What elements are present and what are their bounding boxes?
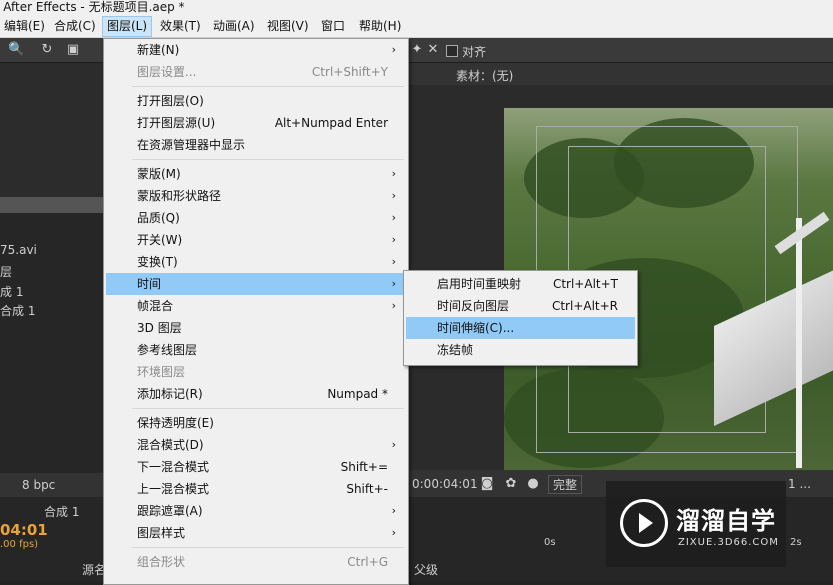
windmill-pole (796, 218, 802, 468)
fps-display: .00 fps) (0, 539, 39, 550)
project-panel-top (0, 63, 103, 197)
zoom-tool-icon[interactable]: 🔍 (8, 43, 24, 57)
menu-composition[interactable]: 合成(C) (50, 16, 100, 37)
submenu-item-freeze-frame[interactable]: 冻结帧 (406, 339, 635, 361)
menu-separator (132, 86, 404, 87)
watermark-logo: 溜溜自学 ZIXUE.3D66.COM (606, 481, 786, 567)
menu-item-guide-layer[interactable]: 参考线图层 (106, 339, 406, 361)
align-checkbox[interactable] (446, 45, 458, 57)
window-title-bar: e After Effects - 无标题项目.aep * (0, 0, 833, 16)
menu-item-switches[interactable]: 开关(W) › (106, 229, 406, 251)
menu-item-add-marker[interactable]: 添加标记(R) Numpad * (106, 383, 406, 405)
menu-item-environment-layer[interactable]: 环境图层 (106, 361, 406, 383)
submenu-item-enable-time-remapping[interactable]: 启用时间重映射 Ctrl+Alt+T (406, 273, 635, 295)
menu-item-layer-settings[interactable]: 图层设置... Ctrl+Shift+Y (106, 61, 406, 83)
submenu-item-time-reverse-layer[interactable]: 时间反向图层 Ctrl+Alt+R (406, 295, 635, 317)
menu-item-blending-mode[interactable]: 混合模式(D) › (106, 434, 406, 456)
align-label: 对齐 (462, 45, 487, 59)
bpc-label[interactable]: 8 bpc (22, 478, 55, 492)
project-panel-scrollbar[interactable] (0, 197, 103, 213)
project-row-3[interactable]: 合成 1 (0, 302, 35, 319)
menu-item-preserve-transparency[interactable]: 保持透明度(E) (106, 412, 406, 434)
menu-effect[interactable]: 效果(T) (156, 16, 205, 37)
time-ruler-2s: 2s (790, 537, 802, 548)
menu-window[interactable]: 窗口 (317, 16, 349, 37)
menu-item-quality[interactable]: 品质(Q) › (106, 207, 406, 229)
menu-help[interactable]: 帮助(H) (355, 16, 405, 37)
project-list: 75.avi 层 成 1 合成 1 (0, 213, 103, 473)
play-icon (639, 513, 653, 533)
timecode-display[interactable]: 04:01 (0, 521, 48, 539)
show-snapshot-icon[interactable]: ✿ (504, 477, 518, 491)
parent-column: 父级 (414, 563, 439, 577)
window-title: e After Effects - 无标题项目.aep * (0, 0, 185, 14)
viewer-tab-bar: 素材：(无) (408, 63, 833, 85)
camera-tool-icon[interactable]: ▣ (66, 43, 80, 57)
project-footer: 8 bpc (0, 473, 103, 497)
menu-item-time[interactable]: 时间 › (106, 273, 406, 295)
pin-tool-icon[interactable]: ✕ (426, 43, 440, 57)
project-row-1[interactable]: 层 (0, 263, 12, 280)
menu-separator (132, 408, 404, 409)
menu-item-new[interactable]: 新建(N) › (106, 39, 406, 61)
snapshot-icon[interactable]: ◙ (480, 477, 494, 491)
comp-tab[interactable]: 合成 1 (44, 503, 79, 520)
menu-item-reveal-in-explorer[interactable]: 在资源管理器中显示 (106, 134, 406, 156)
menu-separator (132, 547, 404, 548)
menu-item-next-blending-mode[interactable]: 下一混合模式 Shift+= (106, 456, 406, 478)
menu-animation[interactable]: 动画(A) (209, 16, 259, 37)
menu-item-open-layer-source[interactable]: 打开图层源(U) Alt+Numpad Enter (106, 112, 406, 134)
layer-dropdown-menu: 新建(N) › 图层设置... Ctrl+Shift+Y 打开图层(O) 打开图层源… (103, 38, 409, 585)
menu-item-track-matte[interactable]: 跟踪遮罩(A) › (106, 500, 406, 522)
watermark-brand: 溜溜自学 (676, 507, 776, 535)
color-channel-icon[interactable]: ● (526, 477, 540, 491)
timeline-left: 合成 1 04:01 .00 fps) 源名 (0, 497, 106, 581)
menu-item-layer-styles[interactable]: 图层样式 › (106, 522, 406, 544)
menu-item-mask-shape-path[interactable]: 蒙版和形状路径 › (106, 185, 406, 207)
menu-item-frame-blending[interactable]: 帧混合 › (106, 295, 406, 317)
project-file-item[interactable]: 75.avi (0, 243, 37, 257)
rotate-tool-icon[interactable]: ↻ (40, 43, 54, 57)
menu-bar: 编辑(E) 合成(C) 图层(L) 效果(T) 动画(A) 视图(V) 窗口 帮… (0, 16, 833, 38)
menu-edit[interactable]: 编辑(E) (0, 16, 49, 37)
menu-item-mask[interactable]: 蒙版(M) › (106, 163, 406, 185)
time-submenu: 启用时间重映射 Ctrl+Alt+T 时间反向图层 Ctrl+Alt+R 时间伸缩(… (403, 270, 638, 366)
resolution-select[interactable]: 完整 (548, 475, 583, 494)
submenu-item-time-stretch[interactable]: 时间伸缩(C)... (406, 317, 635, 339)
menu-layer[interactable]: 图层(L) (102, 16, 153, 37)
menu-item-group-shapes[interactable]: 组合形状 Ctrl+G (106, 551, 406, 573)
view-count-select[interactable]: 1 ... (788, 477, 811, 491)
menu-item-transform[interactable]: 变换(T) › (106, 251, 406, 273)
viewer-timecode[interactable]: 0:00:04:01 (412, 477, 478, 491)
watermark-url: ZIXUE.3D66.COM (678, 537, 779, 548)
menu-item-3d-layer[interactable]: 3D 图层 (106, 317, 406, 339)
menu-item-previous-blending-mode[interactable]: 上一混合模式 Shift+- (106, 478, 406, 500)
project-row-2[interactable]: 成 1 (0, 283, 23, 300)
time-ruler-0s: 0s (544, 537, 556, 548)
puppet-tool-icon[interactable]: ✦ (410, 43, 424, 57)
menu-separator (132, 159, 404, 160)
menu-item-open-layer[interactable]: 打开图层(O) (106, 90, 406, 112)
menu-view[interactable]: 视图(V) (263, 16, 313, 37)
source-tab[interactable]: 素材：(无) (456, 67, 513, 84)
